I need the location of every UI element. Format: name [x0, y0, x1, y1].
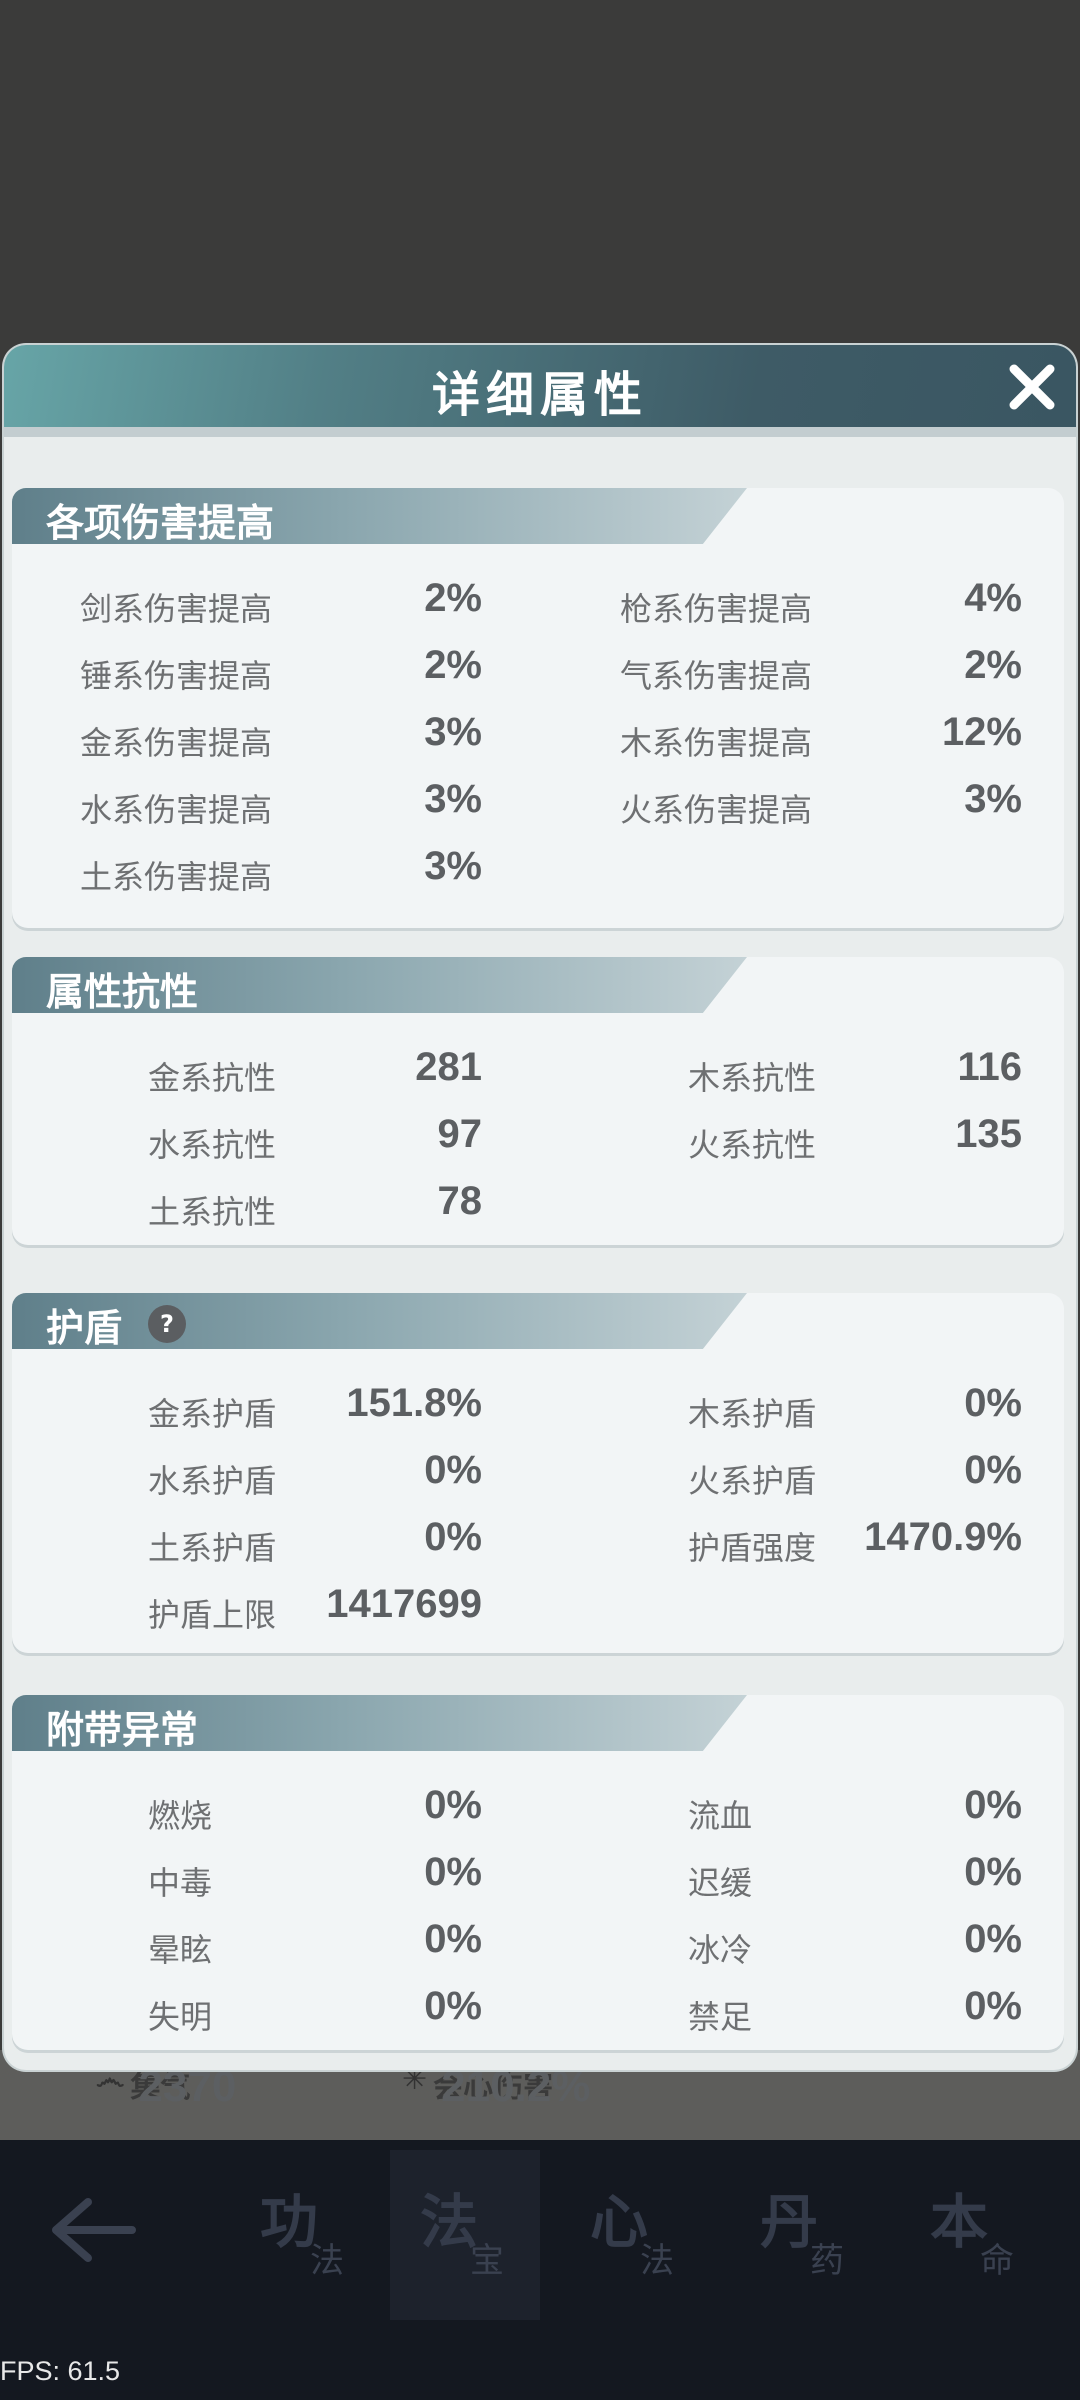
- stat-label: 金系伤害提高: [80, 724, 273, 762]
- stat-label: 火系护盾: [688, 1462, 817, 1500]
- stat-value: 2%: [964, 643, 1022, 687]
- stat-label: 迟缓: [688, 1864, 753, 1902]
- stat-value: 3%: [424, 777, 482, 821]
- stat-label: 流血: [688, 1797, 753, 1835]
- stat-value: 3%: [964, 777, 1022, 821]
- section-damage-bonus: 各项伤害提高剑系伤害提高 2% 枪系伤害提高 4% 锤系伤害提高 2% 气系伤害提高 2% 金系…: [12, 488, 1064, 928]
- stat-value: 97: [437, 1112, 483, 1156]
- nav-tab-benming[interactable]: 本 命: [900, 2175, 1050, 2305]
- stat-value: 0%: [964, 1984, 1022, 2028]
- stat-value: 0%: [964, 1448, 1022, 1492]
- nav-tab-fabao[interactable]: 法 宝: [390, 2150, 540, 2320]
- stat-value: 0%: [424, 1850, 482, 1894]
- nav-tab-danyao[interactable]: 丹 药: [730, 2175, 880, 2305]
- stat-label: 金系护盾: [148, 1395, 277, 1433]
- stat-label: 木系伤害提高: [620, 724, 813, 762]
- stat-label: 燃烧: [148, 1797, 213, 1835]
- stat-value: 135: [955, 1112, 1022, 1156]
- stat-label: 土系伤害提高: [80, 858, 273, 896]
- stat-label: 水系抗性: [148, 1126, 277, 1164]
- stat-label: 水系伤害提高: [80, 791, 273, 829]
- stat-value: 2%: [424, 643, 482, 687]
- stat-label: 护盾上限: [148, 1596, 277, 1634]
- stat-value: 1417699: [326, 1582, 482, 1626]
- stat-label: 护盾强度: [688, 1529, 817, 1567]
- nav-tab-small-char: 宝: [470, 2241, 504, 2281]
- stat-value: 0%: [424, 1783, 482, 1827]
- stat-label: 中毒: [148, 1864, 213, 1902]
- stat-label: 晕眩: [148, 1931, 213, 1969]
- stat-label: 木系抗性: [688, 1059, 817, 1097]
- nav-tab-small-char: 法: [640, 2241, 674, 2281]
- section-header: [12, 1293, 747, 1349]
- back-arrow-icon[interactable]: [48, 2190, 138, 2270]
- stat-value: 281: [415, 1045, 482, 1089]
- dialog-title: 详细属性: [431, 367, 648, 423]
- stat-label: 枪系伤害提高: [620, 590, 813, 628]
- stat-label: 水系护盾: [148, 1462, 277, 1500]
- stat-value: 3%: [424, 710, 482, 754]
- stat-value: 151.8%: [346, 1381, 482, 1425]
- stat-label: 金系抗性: [148, 1059, 277, 1097]
- stat-value: 0%: [424, 1515, 482, 1559]
- stat-label: 火系伤害提高: [620, 791, 813, 829]
- section-title: 各项伤害提高: [46, 500, 275, 545]
- stat-label: 木系护盾: [688, 1395, 817, 1433]
- help-icon[interactable]: ?: [148, 1305, 186, 1343]
- stat-label: 禁足: [688, 1998, 753, 2036]
- nav-tab-gongfa[interactable]: 功 法: [230, 2175, 380, 2305]
- nav-tab-small-char: 法: [310, 2241, 344, 2281]
- nav-tab-small-char: 药: [810, 2241, 844, 2281]
- dialog-header: 详细属性: [4, 345, 1076, 427]
- stat-label: 剑系伤害提高: [80, 590, 273, 628]
- stat-label: 冰冷: [688, 1931, 753, 1969]
- stat-label: 气系伤害提高: [620, 657, 813, 695]
- section-title: 属性抗性: [46, 969, 199, 1014]
- stat-value: 0%: [424, 1448, 482, 1492]
- stat-value: 78: [437, 1179, 483, 1223]
- nav-tab-small-char: 命: [980, 2241, 1014, 2281]
- stat-label: 土系抗性: [148, 1193, 277, 1231]
- stat-label: 锤系伤害提高: [80, 657, 273, 695]
- stat-value: 3%: [424, 844, 482, 888]
- nav-tab-xinfa[interactable]: 心 法: [560, 2175, 710, 2305]
- stat-value: 116: [957, 1045, 1022, 1089]
- header-divider: [4, 427, 1076, 437]
- stat-value: 0%: [964, 1850, 1022, 1894]
- stat-label: 土系护盾: [148, 1529, 277, 1567]
- stat-value: 0%: [964, 1381, 1022, 1425]
- section-status-effects: 附带异常燃烧 0% 流血 0% 中毒 0% 迟缓 0% 晕眩 0% 冰冷 0% 失明 0% 禁足 0%: [12, 1695, 1064, 2050]
- stat-value: 0%: [424, 1984, 482, 2028]
- stat-label: 失明: [148, 1998, 213, 2036]
- stat-value: 4%: [964, 576, 1022, 620]
- stat-value: 0%: [964, 1917, 1022, 1961]
- section-shield: 护盾? 金系护盾 151.8% 木系护盾 0% 水系护盾 0% 火系护盾 0% 土系护盾 0% 护盾强…: [12, 1293, 1064, 1653]
- fps-counter: FPS: 61.5: [0, 2356, 121, 2386]
- stat-value: 1470.9%: [864, 1515, 1022, 1559]
- stat-value: 12%: [941, 710, 1022, 754]
- stat-label: 火系抗性: [688, 1126, 817, 1164]
- detail-attributes-dialog: 详细属性 各项伤害提高剑系伤害提高 2% 枪系伤害提高 4% 锤系伤害提高 2% 气系伤害提…: [4, 345, 1076, 2070]
- stat-value: 0%: [424, 1917, 482, 1961]
- stat-value: 0%: [964, 1783, 1022, 1827]
- section-element-resistance: 属性抗性金系抗性 281 木系抗性 116 水系抗性 97 火系抗性 135 土系抗性 78: [12, 957, 1064, 1245]
- close-icon[interactable]: [1004, 359, 1060, 415]
- stat-value: 2%: [424, 576, 482, 620]
- section-title: 护盾: [46, 1305, 123, 1350]
- section-title: 附带异常: [46, 1707, 199, 1752]
